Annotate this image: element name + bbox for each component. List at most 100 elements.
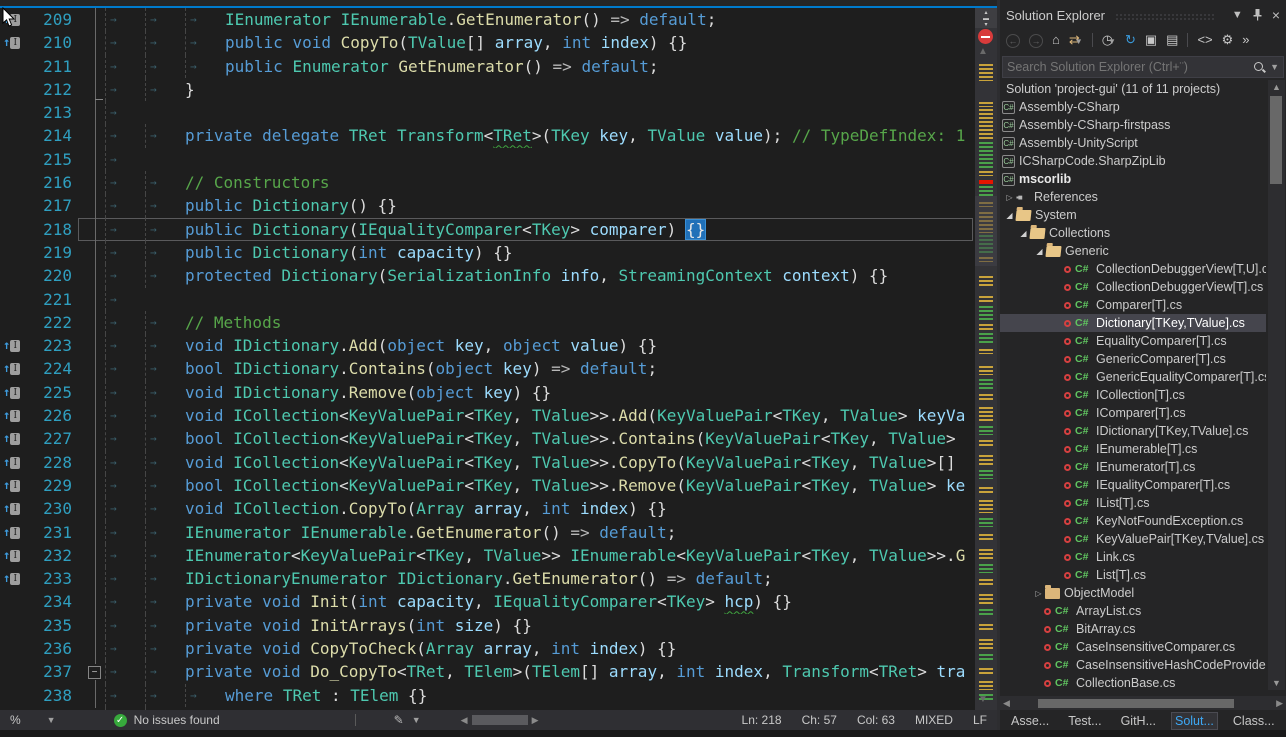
tree-item[interactable]: C#GenericComparer[T].cs: [1000, 350, 1266, 368]
overflow-button[interactable]: »: [1242, 31, 1249, 49]
tree-item[interactable]: C#Assembly-CSharp: [1000, 98, 1266, 116]
override-indicator-icon[interactable]: ↑I: [0, 451, 28, 474]
override-indicator-icon[interactable]: ↑I: [0, 357, 28, 380]
tree-item[interactable]: C#CollectionDebuggerView[T].cs: [1000, 278, 1266, 296]
scroll-left-arrow-icon[interactable]: ◀: [461, 715, 468, 726]
tree-item[interactable]: C#CollectionDebuggerView[T,U].cs: [1000, 260, 1266, 278]
home-button[interactable]: ⌂: [1052, 31, 1060, 49]
vertical-scrollbar-thumb[interactable]: [975, 196, 997, 266]
forward-button[interactable]: →: [1029, 31, 1043, 49]
code-line[interactable]: 214→→private delegate TRet Transform<TRe…: [0, 124, 997, 147]
fold-collapse-button[interactable]: −: [88, 666, 101, 679]
code-line[interactable]: 221→: [0, 288, 997, 311]
view-code-button[interactable]: <>: [1197, 31, 1212, 49]
editor-splitter-handle[interactable]: ▴▬▾: [975, 8, 997, 28]
tree-item[interactable]: C#ICSharpCode.SharpZipLib: [1000, 152, 1266, 170]
tree-item[interactable]: C#IComparer[T].cs: [1000, 404, 1266, 422]
code-line[interactable]: 219→→public Dictionary(int capacity) {}: [0, 241, 997, 264]
code-line[interactable]: 235→→private void InitArrays(int size) {…: [0, 614, 997, 637]
tree-item[interactable]: C#IEnumerable[T].cs: [1000, 440, 1266, 458]
tree-item[interactable]: C#GenericEqualityComparer[T].cs: [1000, 368, 1266, 386]
horizontal-scrollbar-thumb[interactable]: [472, 715, 528, 725]
scroll-right-arrow-icon[interactable]: ▶: [1276, 698, 1283, 709]
chevron-down-icon[interactable]: ▼: [47, 715, 56, 725]
tree-item[interactable]: C#IList[T].cs: [1000, 494, 1266, 512]
solution-explorer-titlebar[interactable]: Solution Explorer ▼ ×: [1000, 0, 1286, 26]
tree-item[interactable]: C#IEqualityComparer[T].cs: [1000, 476, 1266, 494]
tree-item[interactable]: C#CaseInsensitiveComparer.cs: [1000, 638, 1266, 656]
tree-item[interactable]: C#IDictionary[TKey,TValue].cs: [1000, 422, 1266, 440]
tree-item[interactable]: C#KeyNotFoundException.cs: [1000, 512, 1266, 530]
search-icon[interactable]: [1253, 61, 1266, 74]
expander-collapsed-icon[interactable]: ▷: [1003, 193, 1016, 202]
scroll-down-arrow-icon[interactable]: ▼: [978, 694, 988, 705]
tool-window-tab-active[interactable]: Solut...: [1172, 713, 1217, 729]
code-line[interactable]: ↑I224→→bool IDictionary.Contains(object …: [0, 357, 997, 380]
search-options-chevron-icon[interactable]: ▼: [1270, 62, 1279, 72]
show-all-files-button[interactable]: ▤: [1166, 31, 1178, 49]
tree-hscrollbar-thumb[interactable]: [1038, 699, 1234, 708]
override-indicator-icon[interactable]: ↑I: [0, 334, 28, 357]
tree-item[interactable]: C#ArrayList.cs: [1000, 602, 1266, 620]
code-line[interactable]: 211→→→public Enumerator GetEnumerator() …: [0, 55, 997, 78]
zoom-control[interactable]: % ▼: [0, 710, 66, 730]
close-icon[interactable]: ×: [1272, 7, 1280, 23]
tool-window-tab[interactable]: Class...: [1230, 713, 1278, 729]
tree-item[interactable]: C#Comparer[T].cs: [1000, 296, 1266, 314]
code-line[interactable]: ↑I229→→bool ICollection<KeyValuePair<TKe…: [0, 474, 997, 497]
code-line[interactable]: 220→→protected Dictionary(SerializationI…: [0, 264, 997, 287]
tree-item[interactable]: ◢Collections: [1000, 224, 1266, 242]
code-line[interactable]: 238→→→where TRet : TElem {}: [0, 684, 997, 707]
editor-horizontal-scrollbar[interactable]: ◀ ▶: [461, 715, 728, 726]
sync-with-active-document-button[interactable]: ↻: [1125, 31, 1136, 49]
tree-item[interactable]: C#ICollection[T].cs: [1000, 386, 1266, 404]
code-line[interactable]: ↑I233→→IDictionaryEnumerator IDictionary…: [0, 567, 997, 590]
scroll-left-arrow-icon[interactable]: ◀: [1003, 698, 1010, 709]
override-indicator-icon[interactable]: ↑I: [0, 31, 28, 54]
code-line[interactable]: ↑I230→→void ICollection.CopyTo(Array arr…: [0, 497, 997, 520]
expander-expanded-icon[interactable]: ◢: [1033, 247, 1046, 256]
tree-vertical-scrollbar[interactable]: ▲ ▼: [1268, 80, 1285, 690]
code-line[interactable]: ↑I209→→→IEnumerator IEnumerable.GetEnume…: [0, 8, 997, 31]
search-input[interactable]: [1003, 60, 1253, 74]
code-line[interactable]: 213→: [0, 101, 997, 124]
code-line[interactable]: 216→→// Constructors: [0, 171, 997, 194]
tree-item[interactable]: C#CollectionBase.cs: [1000, 674, 1266, 692]
back-button[interactable]: ←: [1006, 31, 1020, 49]
code-line[interactable]: ↑I227→→bool ICollection<KeyValuePair<TKe…: [0, 427, 997, 450]
tree-item[interactable]: C#KeyValuePair[TKey,TValue].cs: [1000, 530, 1266, 548]
tree-item[interactable]: C#Link.cs: [1000, 548, 1266, 566]
tree-item[interactable]: C#Dictionary[TKey,TValue].cs: [1000, 314, 1266, 332]
code-line[interactable]: 215→: [0, 148, 997, 171]
tree-item[interactable]: ◢Generic: [1000, 242, 1266, 260]
tree-item[interactable]: C#CaseInsensitiveHashCodeProvider.cs: [1000, 656, 1266, 674]
code-line[interactable]: ↑I232→→IEnumerator<KeyValuePair<TKey, TV…: [0, 544, 997, 567]
override-indicator-icon[interactable]: ↑I: [0, 567, 28, 590]
tree-item[interactable]: ◢System: [1000, 206, 1266, 224]
code-line[interactable]: ↑I231→→IEnumerator IEnumerable.GetEnumer…: [0, 521, 997, 544]
tree-item[interactable]: ▷▪■References: [1000, 188, 1266, 206]
collapse-all-button[interactable]: ▣: [1145, 31, 1157, 49]
expander-collapsed-icon[interactable]: ▷: [1032, 589, 1045, 598]
override-indicator-icon[interactable]: ↑I: [0, 521, 28, 544]
code-line[interactable]: ↑I228→→void ICollection<KeyValuePair<TKe…: [0, 451, 997, 474]
tree-horizontal-scrollbar[interactable]: ◀ ▶: [1000, 696, 1286, 710]
pin-icon[interactable]: [1253, 9, 1262, 21]
scroll-up-arrow-icon[interactable]: ▲: [1272, 82, 1281, 92]
issues-indicator[interactable]: ✓ No issues found: [114, 713, 220, 727]
override-indicator-icon[interactable]: ↑I: [0, 544, 28, 567]
scroll-right-arrow-icon[interactable]: ▶: [532, 715, 539, 726]
code-cleanup-control[interactable]: ✎ ▼: [394, 713, 421, 727]
code-line[interactable]: 222→→// Methods: [0, 311, 997, 334]
tree-item[interactable]: C#Assembly-UnityScript: [1000, 134, 1266, 152]
code-line[interactable]: 234→→private void Init(int capacity, IEq…: [0, 590, 997, 613]
pending-changes-filter-button[interactable]: ◷▼: [1102, 31, 1116, 49]
window-position-chevron-icon[interactable]: ▼: [1232, 9, 1243, 21]
tool-window-tab[interactable]: GitH...: [1118, 713, 1159, 729]
tool-window-tab[interactable]: Asse...: [1008, 713, 1052, 729]
tree-item[interactable]: C#BitArray.cs: [1000, 620, 1266, 638]
switch-views-button[interactable]: ⇄▼: [1069, 31, 1083, 49]
code-line[interactable]: ↑I225→→void IDictionary.Remove(object ke…: [0, 381, 997, 404]
code-line[interactable]: ↑I223→→void IDictionary.Add(object key, …: [0, 334, 997, 357]
tree-item[interactable]: ▷ObjectModel: [1000, 584, 1266, 602]
